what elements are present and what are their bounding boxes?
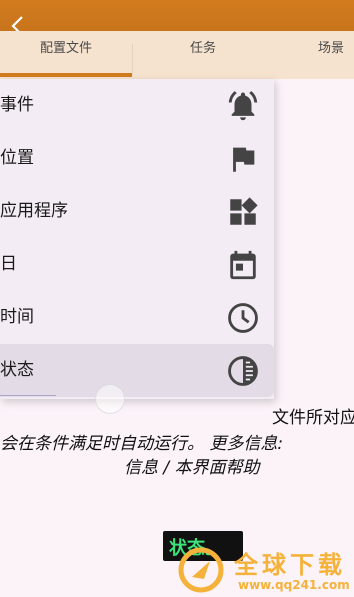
watermark-name: 全球下载 (234, 551, 346, 579)
watermark-logo-icon (178, 547, 224, 593)
tab-tasks[interactable]: 任务 (140, 31, 266, 79)
app-bar (0, 0, 354, 36)
apps-icon (230, 197, 258, 225)
flag-icon (233, 147, 255, 172)
input-underline (0, 395, 56, 396)
menu-item-label: 状态 (0, 360, 34, 380)
hint-line-1: 文件所对应 (272, 408, 354, 428)
menu-item-label: 事件 (0, 95, 34, 115)
menu-item-state[interactable]: 状态 (0, 344, 274, 397)
tab-scenes[interactable]: 场景 (318, 31, 354, 79)
state-icon (228, 356, 258, 386)
tab-divider (132, 44, 133, 74)
menu-item-label: 应用程序 (0, 201, 68, 221)
menu-item-label: 位置 (0, 148, 34, 168)
touch-indicator (95, 384, 125, 414)
menu-item-application[interactable]: 应用程序 (0, 185, 274, 238)
menu-item-label: 日 (0, 254, 17, 274)
menu-item-day[interactable]: 日 (0, 238, 274, 291)
menu-item-label: 时间 (0, 307, 34, 327)
bell-icon (228, 91, 258, 121)
watermark: 全球下载 www.qq241.com (178, 545, 354, 597)
hint-line-2: 会在条件满足时自动运行。 更多信息: (0, 434, 284, 454)
tab-profiles[interactable]: 配置文件 (0, 31, 132, 79)
hint-help-link[interactable]: 信息 / 本界面帮助 (124, 453, 260, 478)
calendar-icon (230, 250, 256, 280)
tab-indicator (0, 73, 132, 77)
context-menu: 事件 位置 应用程序 日 时间 状态 (0, 79, 274, 399)
tab-bar: 配置文件 任务 场景 (0, 31, 354, 79)
menu-item-location[interactable]: 位置 (0, 132, 274, 185)
watermark-url: www.qq241.com (238, 578, 350, 592)
menu-item-event[interactable]: 事件 (0, 79, 274, 132)
clock-icon (228, 303, 258, 333)
menu-item-time[interactable]: 时间 (0, 291, 274, 344)
